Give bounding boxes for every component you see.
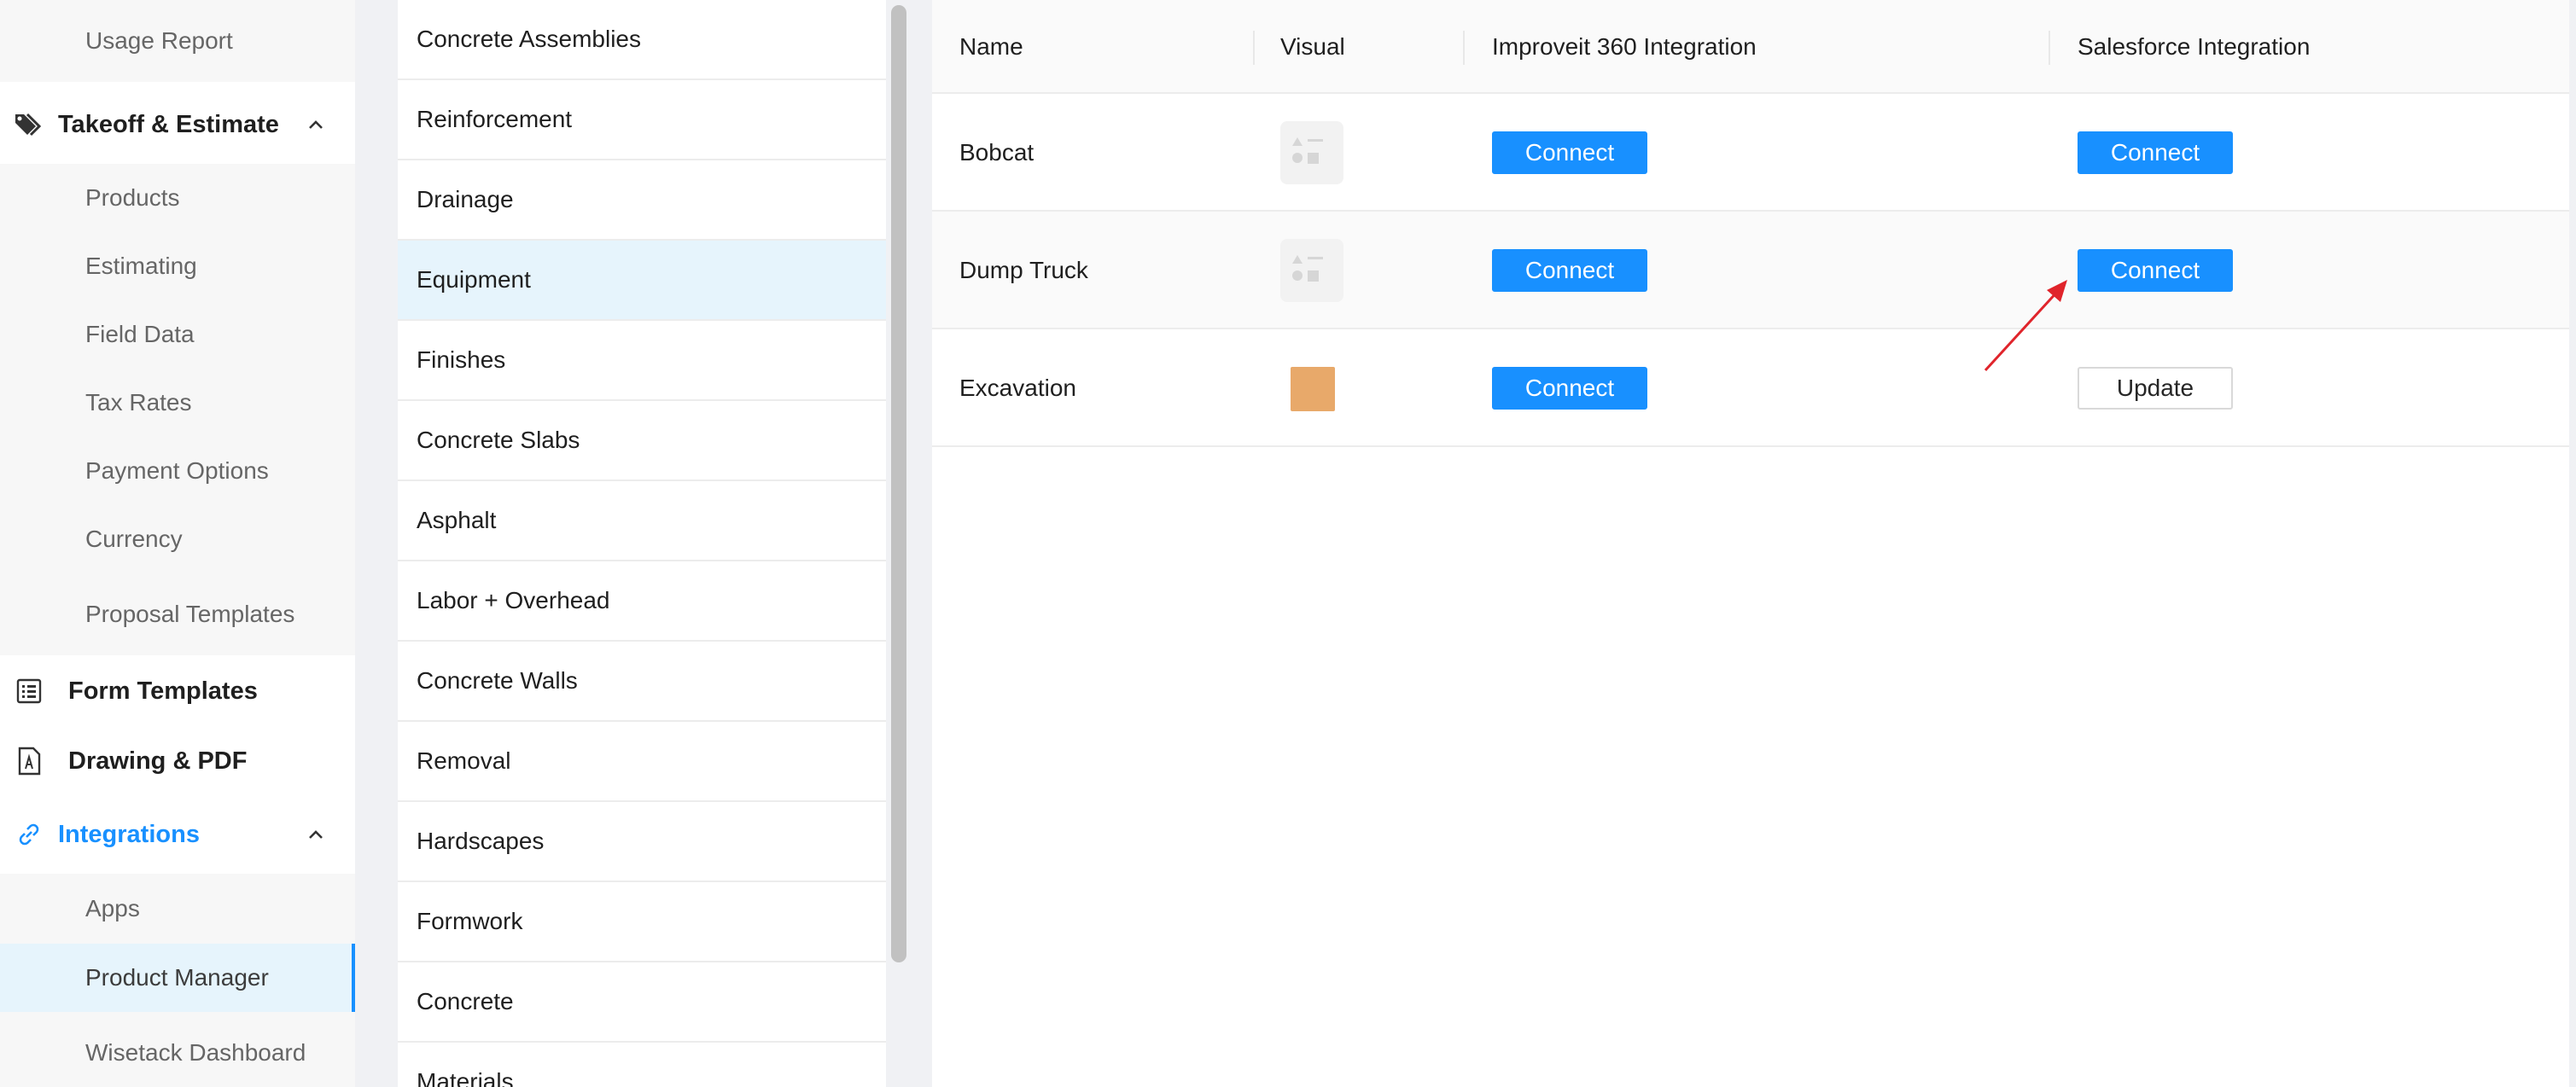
sidebar-item-usage-report[interactable]: Usage Report	[0, 0, 355, 82]
product-name: Excavation	[959, 375, 1076, 401]
category-item-asphalt[interactable]: Asphalt	[398, 481, 886, 561]
product-table: Name Visual Improveit 360 Integration Sa…	[932, 0, 2569, 1087]
sidebar-item-estimating[interactable]: Estimating	[0, 232, 355, 300]
category-label: Drainage	[417, 186, 514, 212]
category-label: Concrete	[417, 988, 514, 1014]
sidebar-item-currency[interactable]: Currency	[0, 505, 355, 573]
table-row: Bobcat Connect Connect	[932, 94, 2569, 212]
category-scrollbar-thumb[interactable]	[891, 5, 906, 962]
category-item-drainage[interactable]: Drainage	[398, 160, 886, 241]
category-item-reinforcement[interactable]: Reinforcement	[398, 80, 886, 160]
sidebar-item-apps[interactable]: Apps	[0, 874, 355, 944]
sidebar-item-product-manager[interactable]: Product Manager	[0, 944, 355, 1012]
sidebar-item-label: Wisetack Dashboard	[85, 1039, 306, 1066]
sidebar-item-payment-options[interactable]: Payment Options	[0, 437, 355, 505]
sidebar-item-label: Estimating	[85, 253, 197, 279]
category-item-materials[interactable]: Materials	[398, 1043, 886, 1087]
category-label: Formwork	[417, 908, 523, 934]
sidebar-item-label: Payment Options	[85, 457, 269, 484]
sidebar-item-label: Currency	[85, 526, 183, 552]
table-row: Excavation Connect Update	[932, 329, 2569, 447]
salesforce-connect-button[interactable]: Connect	[2078, 131, 2233, 174]
category-item-finishes[interactable]: Finishes	[398, 321, 886, 401]
chevron-up-icon	[309, 120, 323, 129]
tags-icon	[14, 109, 44, 140]
chevron-up-icon	[309, 830, 323, 839]
sidebar-item-proposal-templates[interactable]: Proposal Templates	[0, 573, 355, 655]
sidebar-item-label: Usage Report	[85, 27, 233, 54]
category-label: Concrete Slabs	[417, 427, 580, 453]
category-label: Materials	[417, 1068, 514, 1087]
category-label: Concrete Walls	[417, 667, 578, 694]
sidebar-item-field-data[interactable]: Field Data	[0, 300, 355, 369]
category-item-concrete-walls[interactable]: Concrete Walls	[398, 642, 886, 722]
category-label: Hardscapes	[417, 828, 545, 854]
category-list: Concrete Assemblies Reinforcement Draina…	[398, 0, 886, 1087]
sidebar-item-form-templates[interactable]: Form Templates	[0, 655, 355, 727]
category-label: Removal	[417, 747, 511, 774]
salesforce-update-button[interactable]: Update	[2078, 367, 2233, 410]
column-header-name[interactable]: Name	[959, 0, 1023, 94]
sidebar-item-label: Form Templates	[68, 677, 258, 705]
sidebar-group-label: Integrations	[58, 820, 200, 848]
category-item-equipment[interactable]: Equipment	[398, 241, 886, 321]
sidebar-item-label: Product Manager	[85, 964, 269, 991]
sidebar-item-label: Field Data	[85, 321, 195, 347]
improveit-connect-button[interactable]: Connect	[1492, 131, 1647, 174]
list-form-icon	[14, 676, 44, 706]
category-item-formwork[interactable]: Formwork	[398, 882, 886, 962]
table-header: Name Visual Improveit 360 Integration Sa…	[932, 0, 2569, 94]
category-label: Asphalt	[417, 507, 497, 533]
sidebar-group-integrations[interactable]: Integrations	[0, 795, 355, 874]
placeholder-image-icon	[1280, 239, 1343, 302]
sidebar: Usage Report Takeoff & Estimate Products…	[0, 0, 355, 1087]
product-name: Bobcat	[959, 139, 1034, 166]
product-name: Dump Truck	[959, 257, 1088, 283]
sidebar-item-label: Products	[85, 184, 180, 211]
category-item-concrete-assemblies[interactable]: Concrete Assemblies	[398, 0, 886, 80]
sidebar-group-label: Takeoff & Estimate	[58, 110, 279, 138]
column-header-visual[interactable]: Visual	[1280, 0, 1345, 94]
category-item-removal[interactable]: Removal	[398, 722, 886, 802]
sidebar-item-label: Tax Rates	[85, 389, 192, 416]
category-item-concrete[interactable]: Concrete	[398, 962, 886, 1043]
table-row: Dump Truck Connect Connect	[932, 212, 2569, 329]
improveit-connect-button[interactable]: Connect	[1492, 249, 1647, 292]
annotation-arrow-icon	[1984, 280, 2067, 372]
sidebar-item-label: Proposal Templates	[85, 601, 295, 627]
column-header-salesforce[interactable]: Salesforce Integration	[2078, 0, 2310, 94]
sidebar-item-drawing-pdf[interactable]: Drawing & PDF	[0, 727, 355, 795]
category-label: Equipment	[417, 266, 531, 293]
category-item-concrete-slabs[interactable]: Concrete Slabs	[398, 401, 886, 481]
placeholder-image-icon	[1280, 121, 1343, 184]
category-item-labor-overhead[interactable]: Labor + Overhead	[398, 561, 886, 642]
category-label: Finishes	[417, 346, 506, 373]
sidebar-group-takeoff-estimate[interactable]: Takeoff & Estimate	[0, 85, 355, 164]
link-icon	[14, 819, 44, 850]
category-item-hardscapes[interactable]: Hardscapes	[398, 802, 886, 882]
sidebar-item-label: Drawing & PDF	[68, 747, 248, 775]
sidebar-item-products[interactable]: Products	[0, 164, 355, 232]
improveit-connect-button[interactable]: Connect	[1492, 367, 1647, 410]
category-label: Concrete Assemblies	[417, 26, 642, 52]
pdf-document-icon	[14, 746, 44, 776]
sidebar-item-tax-rates[interactable]: Tax Rates	[0, 369, 355, 437]
color-swatch	[1291, 367, 1335, 411]
sidebar-item-label: Apps	[85, 895, 140, 921]
salesforce-connect-button[interactable]: Connect	[2078, 249, 2233, 292]
category-label: Labor + Overhead	[417, 587, 610, 613]
column-header-improveit[interactable]: Improveit 360 Integration	[1492, 0, 1757, 94]
category-label: Reinforcement	[417, 106, 573, 132]
sidebar-item-wisetack-dashboard[interactable]: Wisetack Dashboard	[0, 1012, 355, 1087]
